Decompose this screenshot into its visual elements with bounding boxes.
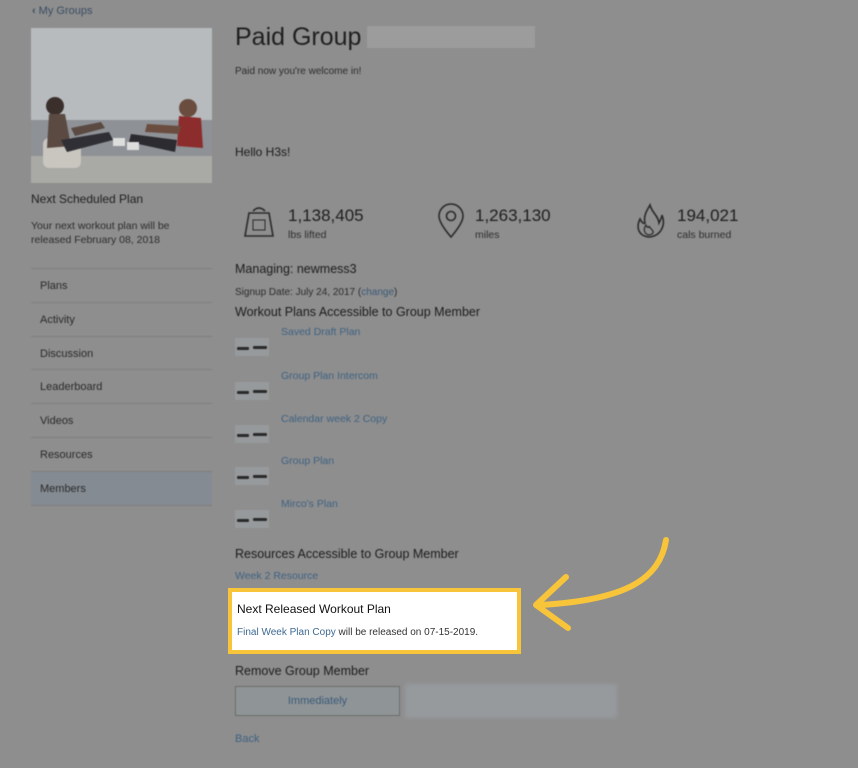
plans-heading: Workout Plans Accessible to Group Member xyxy=(235,305,481,319)
plan-name-link[interactable]: Saved Draft Plan xyxy=(281,326,360,338)
sidebar-item-activity[interactable]: Activity xyxy=(31,303,212,337)
stat-miles-label: miles xyxy=(475,229,500,241)
stat-cals-label: cals burned xyxy=(677,229,732,241)
sidebar-item-leaderboard[interactable]: Leaderboard xyxy=(31,370,212,405)
redacted-block xyxy=(367,26,536,48)
signup-date-text: Signup Date: July 24, 2017 ( xyxy=(235,287,362,298)
remove-member-heading: Remove Group Member xyxy=(235,664,370,678)
plan-name-link[interactable]: Group Plan xyxy=(281,455,334,467)
plan-item[interactable]: Group Plan xyxy=(235,455,535,495)
stat-cals-value: 194,021 xyxy=(677,206,739,225)
my-groups-label: My Groups xyxy=(38,5,93,17)
page-title-text: Paid Group xyxy=(235,23,362,51)
next-released-plan-date: will be released on 07-15-2019. xyxy=(335,627,479,638)
plan-item[interactable]: Calendar week 2 Copy xyxy=(235,413,535,453)
next-released-plan-text: Final Week Plan Copy will be released on… xyxy=(237,627,478,638)
signup-date: Signup Date: July 24, 2017 (change) xyxy=(235,287,397,298)
plan-thumbnail xyxy=(235,510,269,528)
plan-thumbnail xyxy=(235,338,269,356)
chevron-left-icon: ‹ xyxy=(32,5,36,17)
signup-date-close: ) xyxy=(394,287,398,298)
next-released-plan-callout: Next Released Workout Plan Final Week Pl… xyxy=(228,588,521,654)
resource-link[interactable]: Week 2 Resource xyxy=(235,570,318,582)
location-pin-icon xyxy=(438,203,464,239)
next-released-plan-heading: Next Released Workout Plan xyxy=(237,602,391,616)
back-link[interactable]: Back xyxy=(235,733,259,745)
stat-lbs-value: 1,138,405 xyxy=(288,206,364,225)
sidebar-item-videos[interactable]: Videos xyxy=(31,404,212,438)
page-subtitle: Paid now you're welcome in! xyxy=(235,66,362,77)
plan-thumbnail xyxy=(235,467,269,485)
managing-member: Managing: newmess3 xyxy=(235,262,357,276)
plan-item[interactable]: Mirco's Plan xyxy=(235,498,535,538)
sidebar-item-resources[interactable]: Resources xyxy=(31,438,212,472)
next-scheduled-plan-title: Next Scheduled Plan xyxy=(31,192,144,206)
stat-miles-value: 1,263,130 xyxy=(475,206,551,225)
my-groups-link[interactable]: ‹ My Groups xyxy=(32,5,92,17)
plan-thumbnail xyxy=(235,425,269,443)
page-title: Paid Group xyxy=(235,23,536,52)
sidebar-item-plans[interactable]: Plans xyxy=(31,269,212,303)
greeting: Hello H3s! xyxy=(235,145,291,159)
remove-immediately-button[interactable]: Immediately xyxy=(235,686,400,716)
curved-arrow-icon xyxy=(533,537,669,631)
plan-item[interactable]: Group Plan Intercom xyxy=(235,370,535,410)
remove-scheduled-button[interactable] xyxy=(405,684,617,718)
plan-name-link[interactable]: Calendar week 2 Copy xyxy=(281,413,387,425)
sidebar-item-members[interactable]: Members xyxy=(31,471,212,506)
sidebar-item-discussion[interactable]: Discussion xyxy=(31,337,212,371)
flame-icon xyxy=(637,203,665,238)
plan-item[interactable]: Saved Draft Plan xyxy=(235,326,535,366)
group-hero-image xyxy=(31,28,212,183)
change-signup-link[interactable]: change xyxy=(361,287,394,298)
plan-name-link[interactable]: Group Plan Intercom xyxy=(281,370,378,382)
next-scheduled-plan-text: Your next workout plan will be released … xyxy=(31,220,170,246)
plan-name-link[interactable]: Mirco's Plan xyxy=(281,498,338,510)
sidebar-nav: Plans Activity Discussion Leaderboard Vi… xyxy=(31,268,212,506)
weight-icon xyxy=(244,207,274,237)
stat-lbs-label: lbs lifted xyxy=(288,229,327,241)
plan-thumbnail xyxy=(235,382,269,400)
next-released-plan-link[interactable]: Final Week Plan Copy xyxy=(237,627,336,638)
resources-heading: Resources Accessible to Group Member xyxy=(235,547,459,561)
